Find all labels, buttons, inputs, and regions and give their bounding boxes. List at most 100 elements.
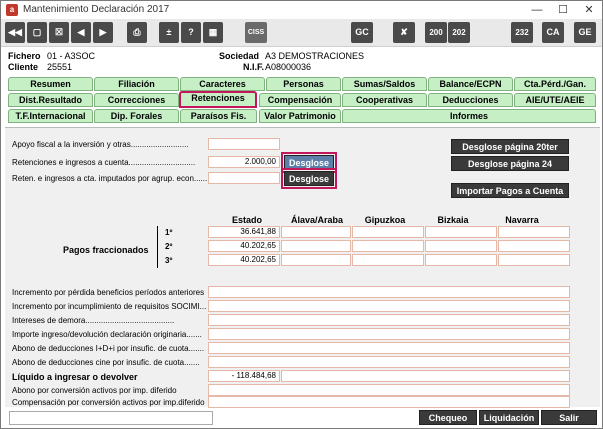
lower-row-label: Incremento por incumplimiento de requisi… [12, 302, 207, 311]
tab-sumas-saldos[interactable]: Sumas/Saldos [342, 77, 427, 91]
print-icon[interactable]: ⎙ [127, 22, 147, 43]
lower-row-label: Importe ingreso/devolución declaración o… [12, 330, 202, 339]
prev-record-icon[interactable]: ◀ [71, 22, 91, 43]
liquido-extra-field [281, 370, 570, 382]
tab-deducciones[interactable]: Deducciones [428, 93, 513, 107]
close-box-icon[interactable]: ☒ [49, 22, 69, 43]
grid-cell[interactable]: 40.202,65 [208, 254, 280, 266]
nif-label: N.I.F. [243, 62, 265, 72]
lower-row-field[interactable] [208, 286, 570, 298]
desglose-24-button[interactable]: Desglose página 24 [451, 156, 569, 171]
col-navarra: Navarra [505, 215, 539, 225]
grid-cell[interactable] [352, 226, 424, 238]
lower-row-field[interactable] [208, 396, 570, 408]
sociedad-label: Sociedad [219, 51, 260, 61]
minimize-icon[interactable]: — [525, 2, 549, 18]
plus-minus-icon[interactable]: ± [159, 22, 179, 43]
next-record-icon[interactable]: ▶ [93, 22, 113, 43]
reten-agrup-field[interactable] [208, 172, 280, 184]
lower-row-label: Abono por conversión activos por imp. di… [12, 386, 177, 395]
tab-personas[interactable]: Personas [266, 77, 341, 91]
ge-button[interactable]: GE [574, 22, 596, 43]
lower-row-label: Abono de deducciones cine por insufic. d… [12, 358, 200, 367]
tab-correcciones[interactable]: Correcciones [94, 93, 179, 107]
tab-caracteres[interactable]: Caracteres [180, 77, 265, 91]
tab-cooperativas[interactable]: Cooperativas [342, 93, 427, 107]
grid-cell[interactable] [498, 240, 570, 252]
gc-button[interactable]: GC [351, 22, 373, 43]
col-bizkaia: Bizkaia [437, 215, 469, 225]
apoyo-fiscal-label: Apoyo fiscal a la inversión y otras.....… [12, 140, 189, 149]
tab-compensacion[interactable]: Compensación [259, 93, 341, 107]
calculator-icon[interactable]: ▦ [203, 22, 223, 43]
prev-box-icon[interactable]: ▢ [27, 22, 47, 43]
help-icon[interactable]: ? [181, 22, 201, 43]
maximize-icon[interactable]: ☐ [551, 2, 575, 18]
liquido-label: Líquido a ingresar o devolver [12, 372, 138, 382]
grid-cell[interactable] [425, 240, 497, 252]
tab-balance-ecpn[interactable]: Balance/ECPN [428, 77, 513, 91]
window-title: Mantenimiento Declaración 2017 [23, 4, 170, 15]
tab-paraisos-fis[interactable]: Paraísos Fis. [180, 109, 257, 123]
lower-row-field[interactable] [208, 342, 570, 354]
status-field [9, 411, 213, 425]
grid-cell[interactable] [281, 254, 351, 266]
tools-icon[interactable]: ✘ [393, 22, 415, 43]
desglose-20ter-button[interactable]: Desglose página 20ter [451, 139, 569, 154]
salir-button[interactable]: Salir [541, 410, 597, 425]
desglose-agrup-button[interactable]: Desglose [281, 168, 337, 189]
lower-row-label: Abono de deducciones I+D+i por insufic. … [12, 344, 205, 353]
lower-row-field[interactable] [208, 300, 570, 312]
grid-cell[interactable] [352, 254, 424, 266]
tab-dip-forales[interactable]: Dip. Forales [94, 109, 179, 123]
lower-row-field[interactable] [208, 328, 570, 340]
bracket [157, 226, 158, 268]
liquido-field[interactable]: - 118.484,68 [208, 370, 280, 382]
tab-valor-patrimonio[interactable]: Valor Patrimonio [259, 109, 341, 123]
tab-aie-ute-aeie[interactable]: AIE/UTE/AEIE [514, 93, 596, 107]
tab-informes[interactable]: Informes [342, 109, 596, 123]
model-232-button[interactable]: 232 [511, 22, 533, 43]
col-alava: Álava/Araba [290, 215, 344, 225]
ciss-button[interactable]: CISS [245, 22, 267, 43]
grid-cell[interactable] [498, 254, 570, 266]
status-bar: Chequeo Liquidación Salir [5, 409, 600, 427]
grid-cell[interactable] [352, 240, 424, 252]
tab-retenciones[interactable]: Retenciones [179, 91, 257, 108]
desglose-retenciones-button[interactable]: Desglose [281, 152, 337, 173]
retenciones-field[interactable]: 2.000,00 [208, 156, 280, 168]
row-2-label: 2º [165, 242, 173, 251]
importar-pagos-button[interactable]: Importar Pagos a Cuenta [451, 183, 569, 198]
grid-cell[interactable] [281, 226, 351, 238]
ca-button[interactable]: CA [542, 22, 564, 43]
nav-first-icon[interactable]: ◀◀ [5, 22, 25, 43]
liquidacion-button[interactable]: Liquidación [479, 410, 539, 425]
toolbar: ◀◀ ▢ ☒ ◀ ▶ ⎙ ± ? ▦ CISS GC ✘ 200 202 232… [1, 19, 602, 47]
grid-cell[interactable] [281, 240, 351, 252]
tab-cta-perd-gan[interactable]: Cta.Pérd./Gan. [514, 77, 596, 91]
grid-cell[interactable]: 40.202,65 [208, 240, 280, 252]
grid-cell[interactable] [425, 254, 497, 266]
title-bar: a Mantenimiento Declaración 2017 — ☐ ✕ [1, 1, 602, 19]
fichero-value: 01 - A3SOC [47, 51, 96, 61]
lower-row-field[interactable] [208, 356, 570, 368]
tab-resumen[interactable]: Resumen [8, 77, 93, 91]
grid-cell[interactable] [498, 226, 570, 238]
apoyo-fiscal-field[interactable] [208, 138, 280, 150]
model-202-button[interactable]: 202 [448, 22, 470, 43]
tab-dist-resultado[interactable]: Dist.Resultado [8, 93, 93, 107]
tab-filiacion[interactable]: Filiación [94, 77, 179, 91]
model-200-button[interactable]: 200 [425, 22, 447, 43]
lower-row-field[interactable] [208, 384, 570, 396]
declaration-header: Fichero 01 - A3SOC Cliente 25551 Socieda… [5, 51, 600, 77]
grid-cell[interactable] [425, 226, 497, 238]
grid-cell[interactable]: 36.641,88 [208, 226, 280, 238]
close-icon[interactable]: ✕ [577, 2, 601, 18]
retenciones-panel: Apoyo fiscal a la inversión y otras.....… [5, 127, 600, 408]
tab-tf-internacional[interactable]: T.F.Internacional [8, 109, 93, 123]
lower-row-field[interactable] [208, 314, 570, 326]
main-window: a Mantenimiento Declaración 2017 — ☐ ✕ ◀… [0, 0, 603, 429]
col-gipuzkoa: Gipuzkoa [364, 215, 406, 225]
cliente-label: Cliente [8, 62, 39, 72]
chequeo-button[interactable]: Chequeo [419, 410, 477, 425]
